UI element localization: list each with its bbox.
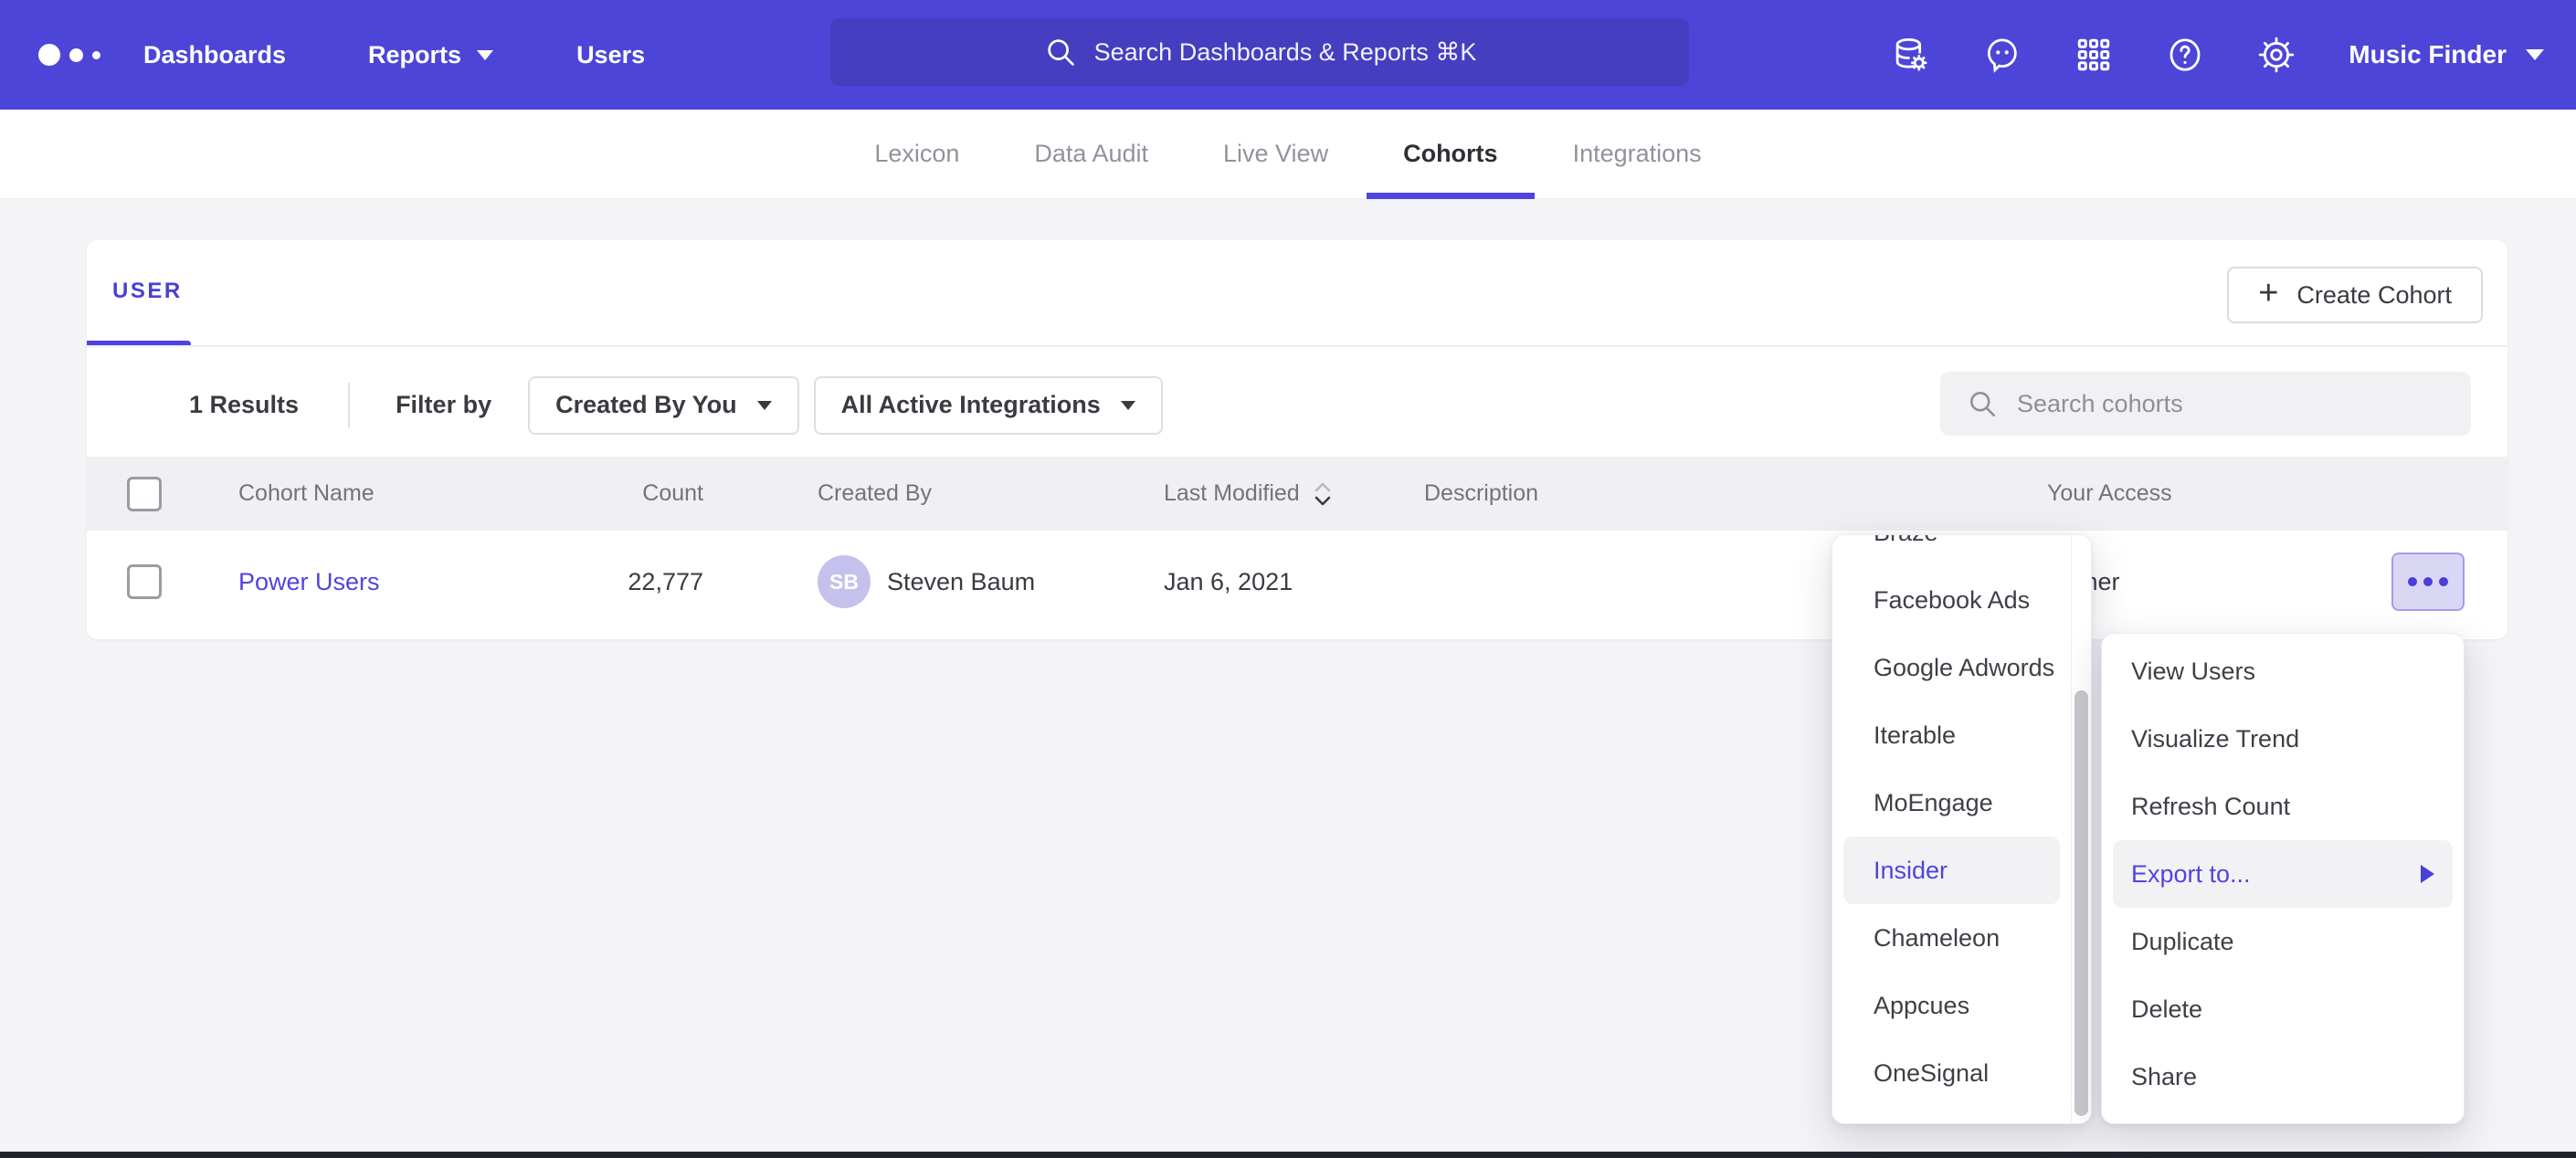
cohorts-panel: USER + Create Cohort 1 Results Filter by… <box>87 240 2507 639</box>
cohort-search-input[interactable] <box>2017 390 2437 418</box>
cohort-count: 22,777 <box>628 568 703 596</box>
cohorts-page: Dashboards Reports Users Search Dashboar… <box>0 0 2576 1158</box>
last-modified-date: Jan 6, 2021 <box>1164 568 1293 596</box>
tab-label: Data Audit <box>1034 140 1148 168</box>
row-checkbox[interactable] <box>127 564 162 599</box>
global-search-placeholder: Search Dashboards & Reports ⌘K <box>1094 38 1477 67</box>
menu-item-iterable[interactable]: Iterable <box>1832 701 2071 769</box>
your-access-value: Owner <box>2047 568 2348 596</box>
filter-label: Created By You <box>555 391 737 419</box>
secondary-nav: Lexicon Data Audit Live View Cohorts Int… <box>0 110 2576 199</box>
menu-item-facebook-ads[interactable]: Facebook Ads <box>1832 566 2071 634</box>
cohort-search-box <box>1940 372 2471 436</box>
table-row: Power Users 22,777 SB Steven Baum Jan 6,… <box>87 531 2507 633</box>
row-actions-menu: View Users Visualize Trend Refresh Count… <box>2101 633 2465 1124</box>
avatar: SB <box>818 555 871 608</box>
nav-item-users[interactable]: Users <box>576 41 645 69</box>
column-header-created-by[interactable]: Created By <box>818 480 1164 507</box>
dot-icon <box>2439 577 2448 586</box>
created-by-filter-dropdown[interactable]: Created By You <box>528 376 799 435</box>
primary-nav: Dashboards Reports Users <box>143 0 645 110</box>
search-icon <box>1966 387 1999 420</box>
menu-item-appcues[interactable]: Appcues <box>1832 972 2071 1039</box>
apps-grid-icon[interactable] <box>2075 36 2113 74</box>
tab-label: Lexicon <box>874 140 959 168</box>
chevron-down-icon <box>476 49 494 61</box>
table-header: Cohort Name Count Created By Last Modifi… <box>87 457 2507 531</box>
divider <box>87 345 2507 347</box>
menu-item-visualize-trend[interactable]: Visualize Trend <box>2102 705 2464 773</box>
menu-item-onesignal[interactable]: OneSignal <box>1832 1039 2071 1107</box>
menu-item-chameleon[interactable]: Chameleon <box>1832 904 2071 972</box>
column-header-count[interactable]: Count <box>642 480 703 507</box>
navbar-right-cluster: Music Finder <box>1892 0 2545 110</box>
plus-icon: + <box>2258 276 2278 311</box>
results-count: 1 Results <box>189 391 299 419</box>
top-navbar: Dashboards Reports Users Search Dashboar… <box>0 0 2576 110</box>
create-cohort-label: Create Cohort <box>2296 281 2452 310</box>
nav-item-label: Reports <box>368 41 461 69</box>
menu-item-braze[interactable]: Braze <box>1832 534 2071 566</box>
menu-item-view-users[interactable]: View Users <box>2102 637 2464 705</box>
project-switcher[interactable]: Music Finder <box>2349 40 2545 69</box>
submenu-arrow-icon <box>2421 865 2434 883</box>
menu-item-refresh-count[interactable]: Refresh Count <box>2102 773 2464 840</box>
tab-lexicon[interactable]: Lexicon <box>874 110 959 199</box>
tab-label: Cohorts <box>1403 140 1498 168</box>
row-more-options-button[interactable] <box>2391 553 2465 611</box>
menu-item-label: Export to... <box>2131 860 2251 889</box>
column-header-description[interactable]: Description <box>1424 480 2047 507</box>
dot-icon <box>2423 577 2433 586</box>
nav-item-label: Dashboards <box>143 41 286 69</box>
integrations-filter-dropdown[interactable]: All Active Integrations <box>814 376 1163 435</box>
data-management-icon[interactable] <box>1892 36 1930 74</box>
tab-data-audit[interactable]: Data Audit <box>1034 110 1148 199</box>
menu-item-duplicate[interactable]: Duplicate <box>2102 908 2464 975</box>
tab-cohorts[interactable]: Cohorts <box>1403 110 1498 199</box>
column-header-your-access[interactable]: Your Access <box>2047 480 2348 507</box>
tab-user-cohorts[interactable]: USER <box>112 279 183 304</box>
submenu-scrollbar-thumb[interactable] <box>2075 690 2088 1116</box>
sort-desc-icon <box>1311 479 1335 509</box>
divider <box>348 383 350 428</box>
chevron-down-icon <box>1121 401 1135 410</box>
window-bottom-edge <box>0 1152 2576 1158</box>
nav-item-reports[interactable]: Reports <box>368 41 494 69</box>
project-name: Music Finder <box>2349 40 2507 69</box>
mixpanel-logo-icon[interactable] <box>38 44 100 66</box>
menu-item-export-to[interactable]: Export to... <box>2113 840 2453 908</box>
menu-item-delete[interactable]: Delete <box>2102 975 2464 1043</box>
menu-item-moengage[interactable]: MoEngage <box>1832 769 2071 837</box>
created-by-name: Steven Baum <box>887 568 1035 596</box>
column-header-cohort-name[interactable]: Cohort Name <box>238 480 598 507</box>
export-target-list: Braze Facebook Ads Google Adwords Iterab… <box>1832 534 2071 1107</box>
tab-integrations[interactable]: Integrations <box>1573 110 1702 199</box>
help-icon[interactable] <box>2166 36 2204 74</box>
dot-icon <box>2408 577 2417 586</box>
tab-label: Live View <box>1223 140 1328 168</box>
filter-by-label: Filter by <box>396 391 491 419</box>
chevron-down-icon <box>2525 48 2545 61</box>
chevron-down-icon <box>757 401 772 410</box>
filter-label: All Active Integrations <box>841 391 1101 419</box>
select-all-checkbox[interactable] <box>127 477 162 511</box>
menu-item-insider[interactable]: Insider <box>1843 837 2060 904</box>
settings-icon[interactable] <box>2257 36 2296 74</box>
export-to-submenu: Braze Facebook Ads Google Adwords Iterab… <box>1832 534 2092 1124</box>
tab-label: Integrations <box>1573 140 1702 168</box>
column-header-last-modified[interactable]: Last Modified <box>1164 479 1424 509</box>
menu-item-share[interactable]: Share <box>2102 1043 2464 1111</box>
global-search-input[interactable]: Search Dashboards & Reports ⌘K <box>830 18 1689 86</box>
nav-item-dashboards[interactable]: Dashboards <box>143 41 286 69</box>
column-header-label: Last Modified <box>1164 480 1300 507</box>
cohort-name-link[interactable]: Power Users <box>238 568 380 595</box>
feedback-icon[interactable] <box>1983 36 2022 74</box>
search-icon <box>1043 35 1078 69</box>
menu-item-google-adwords[interactable]: Google Adwords <box>1832 634 2071 701</box>
create-cohort-button[interactable]: + Create Cohort <box>2227 267 2483 323</box>
tab-live-view[interactable]: Live View <box>1223 110 1328 199</box>
active-tab-underline <box>1367 193 1535 199</box>
nav-item-label: Users <box>576 41 645 69</box>
